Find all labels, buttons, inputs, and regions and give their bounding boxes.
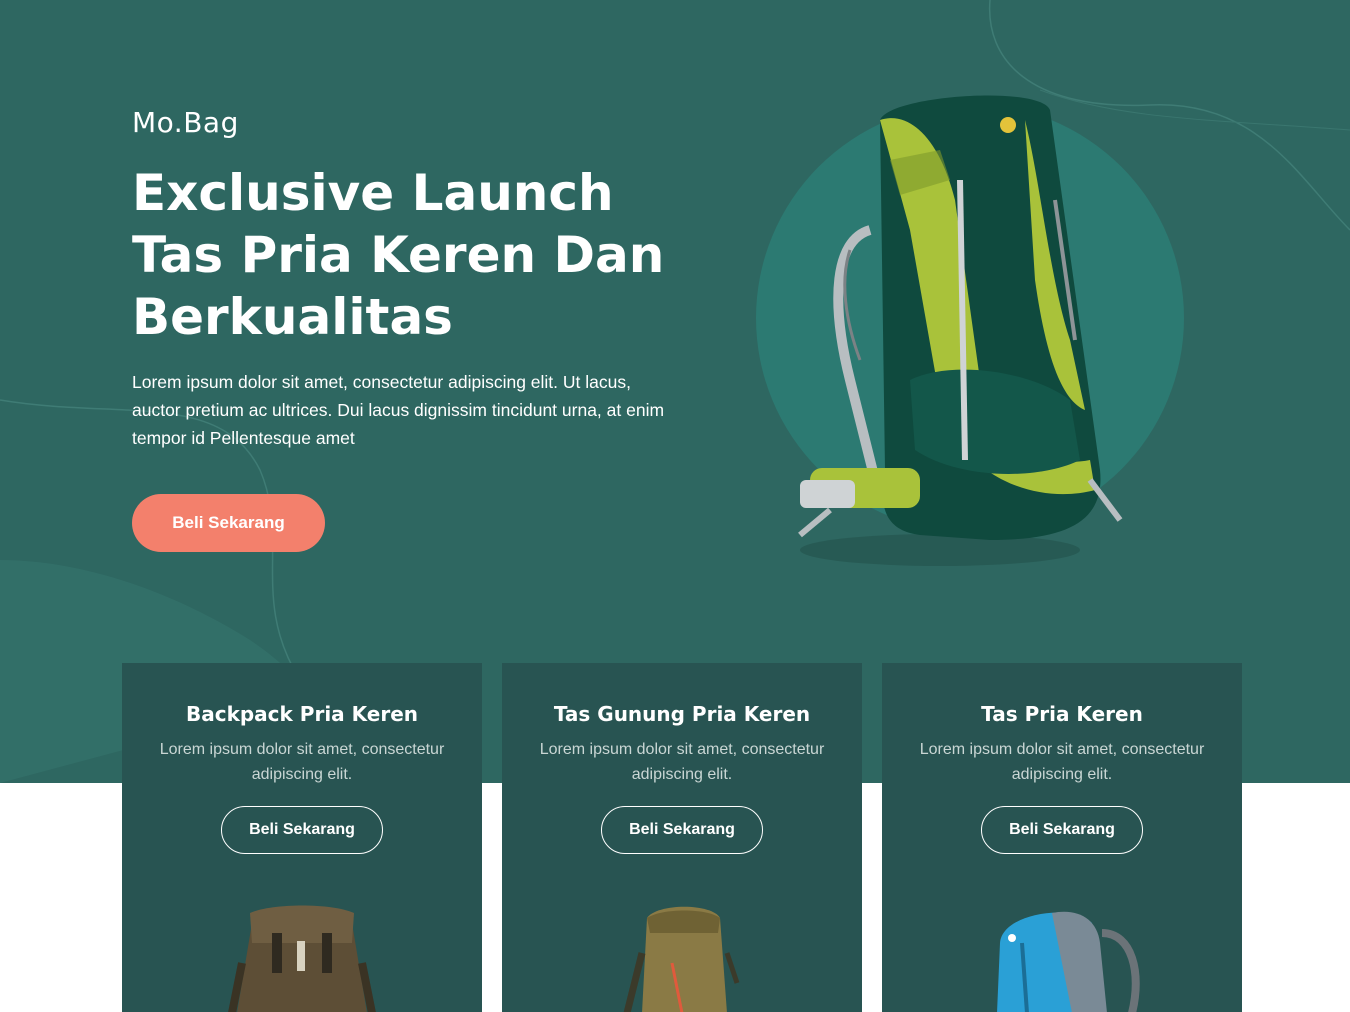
product-buy-button[interactable]: Beli Sekarang — [981, 806, 1143, 854]
headline-line-3: Berkualitas — [132, 288, 453, 346]
product-title: Tas Gunung Pria Keren — [553, 702, 811, 726]
product-card-men-bag: Tas Pria Keren Lorem ipsum dolor sit ame… — [882, 663, 1242, 1012]
headline-line-2: Tas Pria Keren Dan — [132, 226, 665, 284]
hero-buy-now-button[interactable]: Beli Sekarang — [132, 494, 325, 552]
product-description: Lorem ipsum dolor sit amet, consectetur … — [919, 741, 1205, 783]
olive-hiking-backpack-image — [623, 906, 740, 1012]
product-title: Tas Pria Keren — [981, 702, 1143, 726]
hero-description: Lorem ipsum dolor sit amet, consectetur … — [132, 372, 665, 448]
product-buy-button[interactable]: Beli Sekarang — [221, 806, 383, 854]
product-buy-button[interactable]: Beli Sekarang — [601, 806, 763, 854]
product-title: Backpack Pria Keren — [185, 702, 419, 726]
product-description: Lorem ipsum dolor sit amet, consectetur … — [539, 741, 825, 783]
blue-backpack-image — [997, 911, 1140, 1012]
product-card-backpack: Backpack Pria Keren Lorem ipsum dolor si… — [122, 663, 482, 1012]
hiking-backpack-image — [756, 95, 1184, 566]
hero-headline: Exclusive Launch Tas Pria Keren Dan Berk… — [132, 162, 732, 348]
product-card-hiking-bag: Tas Gunung Pria Keren Lorem ipsum dolor … — [502, 663, 862, 1012]
product-description: Lorem ipsum dolor sit amet, consectetur … — [159, 741, 445, 783]
headline-line-1: Exclusive Launch — [132, 164, 614, 222]
brand-logo[interactable]: Mo.Bag — [132, 106, 239, 139]
brown-backpack-image — [228, 905, 376, 1012]
